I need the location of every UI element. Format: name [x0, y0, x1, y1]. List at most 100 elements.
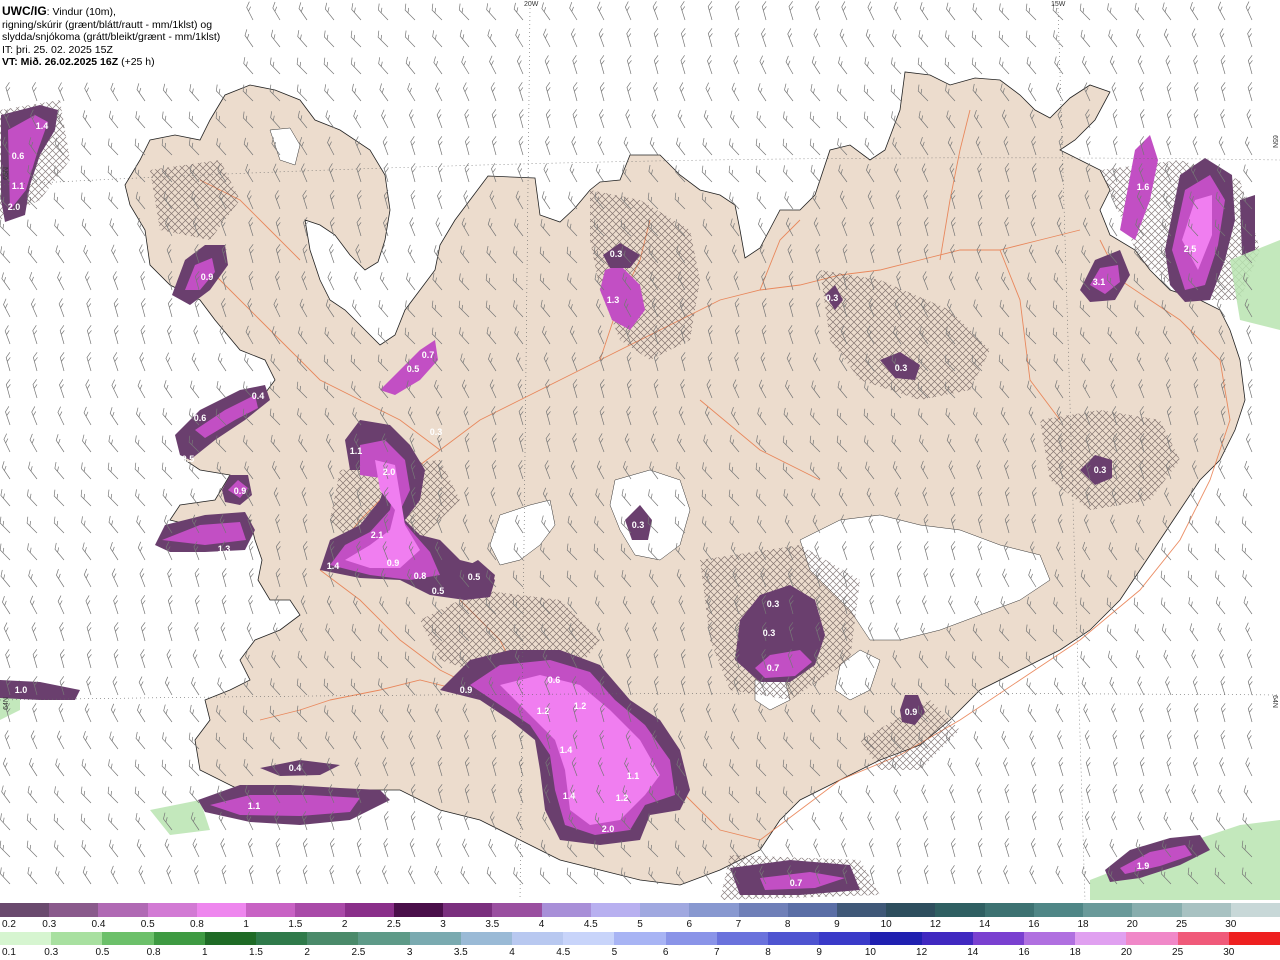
precip-label: 0.3 [763, 628, 776, 638]
precip-label: 2.0 [8, 202, 21, 212]
legend-rain-label: 3.5 [453, 947, 468, 958]
legend-snow-swatch [1181, 903, 1231, 917]
description-line2: rigning/skúrir (grænt/blátt/rautt - mm/1… [2, 18, 213, 31]
legend-rain-label: 25 [1172, 947, 1184, 958]
lat-label-64n-right: 64N [1270, 695, 1278, 708]
legend-rain-swatch [153, 932, 205, 945]
precip-label: 0.3 [632, 520, 645, 530]
legend-rain-swatch [307, 932, 359, 945]
precip-label: 1.2 [574, 701, 587, 711]
legend-rain-label: 5 [611, 947, 618, 958]
legend-snow-swatch [246, 903, 296, 917]
lon-label-15w: 15W [1051, 1, 1066, 8]
legend-snow-label: 0.3 [42, 919, 57, 930]
legend-rain-label: 7 [714, 947, 720, 958]
precip-label: 0.6 [548, 675, 561, 685]
init-time: IT: þri. 25. 02. 2025 15Z [2, 43, 113, 56]
precip-label: 1.4 [560, 745, 573, 755]
precip-label: 0.7 [422, 350, 435, 360]
legend-rain-swatch [972, 932, 1025, 945]
legend-rain-swatch [614, 932, 666, 945]
precip-label: 1.1 [627, 771, 640, 781]
precip-label: 1.4 [36, 121, 49, 131]
description-line1: : Vindur (10m), [46, 6, 116, 18]
legend-snow-label: 2.5 [386, 919, 401, 930]
precip-label: 0.3 [767, 599, 780, 609]
precip-label: 0.9 [905, 707, 918, 717]
legend-snow-swatch [935, 903, 985, 917]
legend-rain-label: 4.5 [556, 947, 571, 958]
legend-snow-label: 14 [979, 919, 991, 930]
legend-rain-label: 2.5 [351, 947, 366, 958]
legend-rain-label: 2 [304, 947, 310, 958]
precip-label: 0.7 [767, 663, 780, 673]
precip-label: 0.9 [387, 558, 400, 568]
precip-label: 0.9 [460, 685, 473, 695]
lead-time: (+25 h) [118, 56, 155, 68]
description-line3: slydda/snjókoma (grátt/bleikt/grænt - mm… [2, 31, 221, 43]
lat-label-65n-left: 65N [2, 167, 10, 180]
legend-rain-label: 30 [1223, 947, 1235, 958]
precip-label: 0.6 [12, 151, 25, 161]
legend-snow-swatch [147, 903, 197, 917]
legend-snow-label: 1 [243, 919, 249, 930]
lat-label-64n-left: 64N [2, 697, 10, 710]
legend-rain-swatch [512, 932, 564, 945]
legend-rain-label: 16 [1018, 947, 1030, 958]
weather-map[interactable]: 1.40.61.12.00.90.70.50.40.60.51.12.00.30… [0, 0, 1280, 902]
precip-label: 1.4 [563, 791, 576, 801]
legend-snow-swatch [344, 903, 394, 917]
legend-rain-swatch [256, 932, 308, 945]
legend-snow-label: 4 [538, 919, 545, 930]
legend-snow-swatch [98, 903, 148, 917]
legend: 0.2 0.3 0.4 0.5 0.8 1 1.5 2 2.5 3 3.5 4 4.5 5 6 7 8 9 10 12… [0, 902, 1280, 960]
legend-snow-swatch [787, 903, 837, 917]
precip-label: 0.7 [790, 878, 803, 888]
precip-label: 1.1 [12, 181, 25, 191]
precip-label: 0.5 [407, 364, 420, 374]
legend-snow-label: 3 [440, 919, 446, 930]
legend-snow-swatch [295, 903, 345, 917]
legend-rain-label: 0.8 [146, 947, 161, 958]
precip-label: 1.2 [616, 793, 629, 803]
precip-label: 1.4 [327, 561, 340, 571]
legend-rain-label: 18 [1069, 947, 1081, 958]
valid-time-line: VT: Mið. 26.02.2025 16Z (+25 h) [2, 56, 240, 69]
precip-label: 1.1 [248, 801, 261, 811]
legend-snow-label: 5 [637, 919, 643, 930]
legend-snow-swatch [393, 903, 444, 917]
valid-time: VT: Mið. 26.02.2025 16Z [2, 56, 119, 68]
legend-rain-swatch [0, 932, 52, 945]
precip-label: 2.1 [371, 530, 384, 540]
legend-rain-label: 20 [1120, 947, 1132, 958]
legend-snow-label: 25 [1175, 919, 1188, 930]
precip-label: 0.5 [468, 572, 481, 582]
legend-snow-swatch [984, 903, 1034, 917]
legend-rain-label: 0.3 [44, 947, 59, 958]
precip-label: 1.1 [350, 446, 363, 456]
legend-snow-label: 18 [1077, 919, 1089, 930]
legend-rain-swatch [665, 932, 717, 945]
legend-rain-swatch [102, 932, 154, 945]
legend-snow-label: 10 [880, 919, 892, 930]
precip-label: 0.3 [1094, 465, 1107, 475]
precip-label: 0.9 [201, 272, 214, 282]
legend-snow-swatch [0, 903, 50, 917]
legend-rain-swatch [358, 932, 410, 945]
legend-snow-label: 2 [341, 919, 348, 930]
legend-rain-label: 0.1 [2, 947, 16, 958]
legend-snow-label: 0.5 [140, 919, 155, 930]
legend-rain-swatch [409, 932, 461, 945]
legend-rain-label: 1.5 [249, 947, 263, 958]
legend-rain-label: 3 [406, 947, 413, 958]
precip-label: 1.3 [607, 295, 620, 305]
legend-snow-swatch [492, 903, 542, 917]
legend-snow-swatch [541, 903, 591, 917]
precip-label: 3.1 [1093, 277, 1106, 287]
legend-snow-label: 0.4 [91, 919, 106, 930]
legend-rain-swatch [460, 932, 513, 945]
legend-snow-swatch [1033, 903, 1084, 917]
legend-rain-label: 4 [509, 947, 515, 958]
legend-snow-label: 0.2 [2, 919, 16, 930]
header-title-line: UWC/IG: Vindur (10m), [2, 5, 240, 19]
